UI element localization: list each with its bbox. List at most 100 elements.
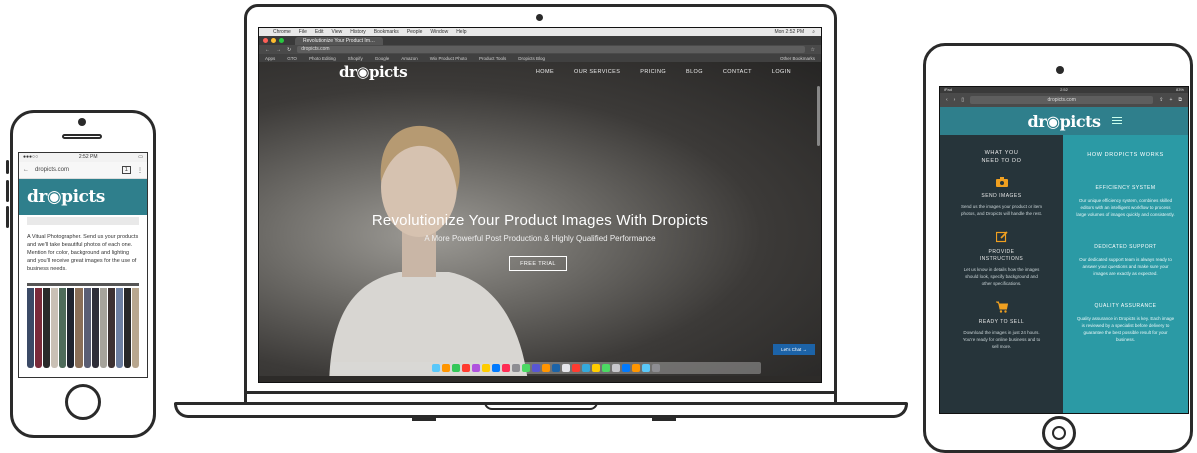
back-icon[interactable]: ‹: [946, 97, 948, 103]
phone-divider: [27, 217, 139, 225]
site-navigation: dr◉picts HOME OUR SERVICES PRICING BLOG …: [259, 62, 821, 82]
app-icon[interactable]: [522, 364, 530, 372]
hero-subtitle: A More Powerful Post Production & Highly…: [424, 234, 656, 243]
hamburger-menu-icon[interactable]: [1112, 117, 1122, 124]
menu-help[interactable]: Help: [456, 29, 466, 35]
app-icon[interactable]: [632, 364, 640, 372]
browser-tab[interactable]: Revolutionize Your Product Im…: [295, 36, 383, 45]
address-bar[interactable]: dropicts.com: [297, 46, 805, 53]
kebab-menu-icon[interactable]: ⋮: [137, 167, 143, 174]
menu-bookmarks[interactable]: Bookmarks: [374, 29, 399, 35]
battery-icon: ▭: [138, 154, 143, 160]
feature-title: EFFICIENCY SYSTEM: [1095, 185, 1156, 191]
nav-pricing[interactable]: PRICING: [640, 69, 666, 75]
bookmark-item[interactable]: Apps: [265, 56, 275, 61]
tabs-icon[interactable]: ⧉: [1178, 97, 1182, 103]
tablet-address-bar[interactable]: dropicts.com: [970, 96, 1154, 104]
nav-contact[interactable]: CONTACT: [723, 69, 752, 75]
share-icon[interactable]: ⇪: [1159, 97, 1163, 103]
nav-blog[interactable]: BLOG: [686, 69, 703, 75]
back-icon[interactable]: ←: [23, 167, 29, 173]
app-icon[interactable]: [492, 364, 500, 372]
star-icon[interactable]: ☆: [811, 47, 815, 53]
tablet-home-button-ring: [1052, 426, 1066, 440]
bookmark-item[interactable]: Product Tools: [479, 56, 506, 61]
menu-chrome[interactable]: Chrome: [273, 29, 291, 35]
bookmark-item[interactable]: GTO: [287, 56, 297, 61]
app-icon[interactable]: [512, 364, 520, 372]
dropicts-logo[interactable]: dr◉picts: [339, 63, 408, 81]
feature-title: QUALITY ASSURANCE: [1094, 303, 1157, 309]
menu-view[interactable]: View: [331, 29, 342, 35]
new-tab-icon[interactable]: +: [1170, 97, 1173, 103]
feature-text: Quality assurance in Dropicts is key. Ea…: [1076, 316, 1175, 342]
mac-dock: [331, 362, 761, 374]
bookmark-item[interactable]: Wix Product Photo: [430, 56, 467, 61]
bookmark-item[interactable]: Amazon: [401, 56, 418, 61]
bookmarks-icon[interactable]: ▯: [961, 97, 964, 103]
search-icon[interactable]: ⌕: [812, 29, 815, 35]
phone-browser-bar: ← dropicts.com 1 ⋮: [19, 162, 147, 179]
maximize-window-icon[interactable]: [279, 38, 284, 43]
chat-button[interactable]: Let's Chat →: [773, 344, 815, 355]
steps-column: WHAT YOU NEED TO DO SEND IMAGES Send us …: [940, 135, 1063, 413]
trash-icon[interactable]: [652, 364, 660, 372]
phone-body-text: A Vitual Photographer. Send us your prod…: [27, 234, 139, 272]
bookmark-item[interactable]: Shopify: [348, 56, 363, 61]
back-icon[interactable]: ←: [265, 47, 270, 53]
hero-title: Revolutionize Your Product Images With D…: [371, 212, 709, 229]
app-icon[interactable]: [552, 364, 560, 372]
page-scrollbar[interactable]: [817, 86, 820, 146]
app-icon[interactable]: [582, 364, 590, 372]
bookmark-item[interactable]: Google: [375, 56, 390, 61]
app-icon[interactable]: [572, 364, 580, 372]
finder-icon[interactable]: [432, 364, 440, 372]
menu-file[interactable]: File: [299, 29, 307, 35]
forward-icon[interactable]: →: [276, 47, 281, 53]
features-heading: HOW DROPICTS WORKS: [1087, 152, 1164, 158]
close-window-icon[interactable]: [263, 38, 268, 43]
browser-toolbar: ← → ↻ dropicts.com ☆: [259, 45, 821, 54]
dropicts-logo[interactable]: dr◉picts: [27, 187, 105, 207]
app-icon[interactable]: [532, 364, 540, 372]
step-text: Let us know in details how the images sh…: [963, 267, 1040, 286]
tabs-count-icon[interactable]: 1: [121, 166, 131, 174]
bookmark-item[interactable]: Photo Editing: [309, 56, 336, 61]
feature-title: DEDICATED SUPPORT: [1094, 244, 1157, 250]
phone-camera: [78, 118, 86, 126]
feature-block: QUALITY ASSURANCE Quality assurance in D…: [1075, 303, 1176, 343]
menu-history[interactable]: History: [350, 29, 366, 35]
app-icon[interactable]: [592, 364, 600, 372]
phone-url-field[interactable]: dropicts.com: [35, 167, 116, 173]
feature-block: EFFICIENCY SYSTEM Our unique efficiency …: [1075, 185, 1176, 218]
steps-heading: WHAT YOU NEED TO DO: [981, 150, 1022, 164]
forward-icon[interactable]: ›: [954, 97, 956, 103]
bookmark-item[interactable]: Dropicts Blog: [518, 56, 545, 61]
menu-people[interactable]: People: [407, 29, 423, 35]
app-icon[interactable]: [472, 364, 480, 372]
app-icon[interactable]: [462, 364, 470, 372]
reload-icon[interactable]: ↻: [287, 47, 291, 53]
menu-edit[interactable]: Edit: [315, 29, 324, 35]
app-icon[interactable]: [442, 364, 450, 372]
app-icon[interactable]: [482, 364, 490, 372]
app-icon[interactable]: [642, 364, 650, 372]
dropicts-logo[interactable]: dr◉picts: [1028, 112, 1101, 131]
bookmark-item[interactable]: Other Bookmarks: [780, 56, 815, 61]
free-trial-button[interactable]: FREE TRIAL: [509, 256, 567, 271]
laptop-notch: [484, 402, 598, 410]
app-icon[interactable]: [612, 364, 620, 372]
nav-login[interactable]: LOGIN: [772, 69, 791, 75]
nav-home[interactable]: HOME: [536, 69, 554, 75]
app-icon[interactable]: [452, 364, 460, 372]
nav-services[interactable]: OUR SERVICES: [574, 69, 620, 75]
app-icon[interactable]: [542, 364, 550, 372]
minimize-window-icon[interactable]: [271, 38, 276, 43]
app-icon[interactable]: [622, 364, 630, 372]
tablet-camera: [1056, 66, 1064, 74]
mac-menu-bar: Chrome File Edit View History Bookmarks …: [259, 28, 821, 36]
app-icon[interactable]: [502, 364, 510, 372]
menu-window[interactable]: Window: [430, 29, 448, 35]
app-icon[interactable]: [602, 364, 610, 372]
app-icon[interactable]: [562, 364, 570, 372]
